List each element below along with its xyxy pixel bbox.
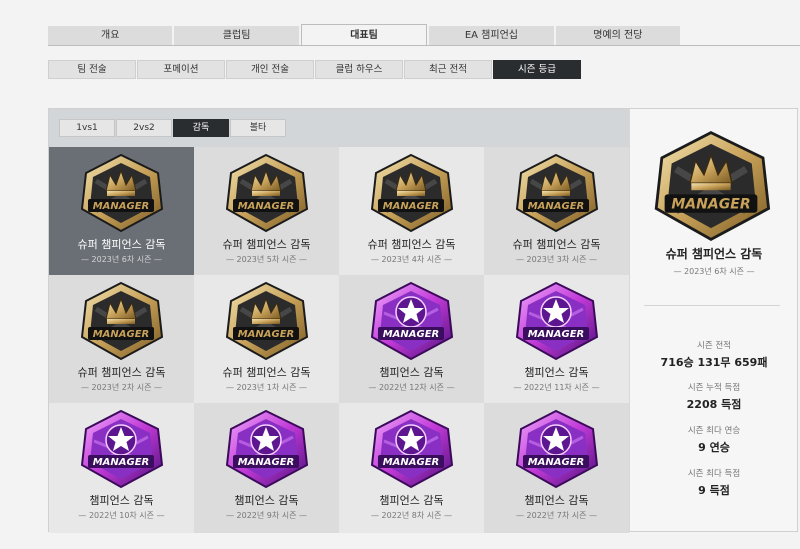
- svg-text:MANAGER: MANAGER: [528, 201, 585, 212]
- badge-name: 챔피언스 감독: [234, 494, 299, 507]
- badge-name: 슈퍼 챔피언스 감독: [222, 238, 311, 251]
- manager-badge-icon: MANAGER: [221, 151, 311, 235]
- badge-season: — 2022년 7차 시즌 —: [515, 511, 598, 520]
- svg-text:MANAGER: MANAGER: [383, 329, 440, 340]
- svg-text:MANAGER: MANAGER: [238, 457, 295, 468]
- mode-tab-bar: 1vs1 2vs2 감독 볼타: [49, 109, 629, 147]
- manager-badge-icon: MANAGER: [221, 407, 311, 491]
- mode-tab-volta[interactable]: 볼타: [230, 119, 286, 137]
- badge-name: 챔피언스 감독: [379, 366, 444, 379]
- badge-grid: MANAGER 슈퍼 챔피언스 감독 — 2023년 6차 시즌 — MANAG…: [49, 147, 629, 533]
- manager-badge-icon: MANAGER: [221, 279, 311, 363]
- tab-hall-of-fame[interactable]: 명예의 전당: [555, 26, 681, 46]
- badge-card[interactable]: MANAGER 챔피언스 감독 — 2022년 11차 시즌 —: [484, 275, 629, 403]
- badge-name: 챔피언스 감독: [524, 494, 589, 507]
- subtab-recent-record[interactable]: 최근 전적: [404, 60, 492, 79]
- manager-badge-icon: MANAGER: [76, 151, 166, 235]
- stat-value-record: 716승 131무 659패: [660, 356, 768, 369]
- badge-season: — 2022년 12차 시즌 —: [368, 383, 455, 392]
- badge-card[interactable]: MANAGER 챔피언스 감독 — 2022년 10차 시즌 —: [49, 403, 194, 533]
- badge-name: 슈퍼 챔피언스 감독: [77, 366, 166, 379]
- mode-tab-manager[interactable]: 감독: [173, 119, 229, 137]
- badge-card[interactable]: MANAGER 슈퍼 챔피언스 감독 — 2023년 2차 시즌 —: [49, 275, 194, 403]
- badge-season: — 2022년 8차 시즌 —: [370, 511, 453, 520]
- badge-season: — 2022년 9차 시즌 —: [225, 511, 308, 520]
- subtab-club-house[interactable]: 클럽 하우스: [315, 60, 403, 79]
- badge-season: — 2023년 3차 시즌 —: [515, 255, 598, 264]
- detail-badge-name: 슈퍼 챔피언스 감독: [665, 247, 763, 261]
- subtab-team-tactics[interactable]: 팀 전술: [48, 60, 136, 79]
- badge-card[interactable]: MANAGER 슈퍼 챔피언스 감독 — 2023년 4차 시즌 —: [339, 147, 484, 275]
- tab-national-team[interactable]: 대표팀: [300, 24, 428, 46]
- stat-label-win-streak: 시즌 최다 연승: [687, 426, 741, 436]
- manager-badge-icon: MANAGER: [76, 279, 166, 363]
- stat-label-record: 시즌 전적: [697, 341, 731, 351]
- subtab-season-grade[interactable]: 시즌 등급: [493, 60, 581, 79]
- badge-name: 슈퍼 챔피언스 감독: [367, 238, 456, 251]
- svg-text:MANAGER: MANAGER: [383, 457, 440, 468]
- svg-text:MANAGER: MANAGER: [238, 329, 295, 340]
- subtab-formation[interactable]: 포메이션: [137, 60, 225, 79]
- badge-card[interactable]: MANAGER 챔피언스 감독 — 2022년 8차 시즌 —: [339, 403, 484, 533]
- season-grade-panel: 1vs1 2vs2 감독 볼타 MANAGER 슈퍼 챔피언스 감독 — 202…: [48, 108, 798, 533]
- manager-badge-icon: MANAGER: [511, 151, 601, 235]
- badge-season: — 2023년 5차 시즌 —: [225, 255, 308, 264]
- stat-value-win-streak: 9 연승: [698, 441, 730, 454]
- detail-panel: MANAGER 슈퍼 챔피언스 감독 — 2023년 6차 시즌 — 시즌 전적…: [629, 109, 797, 531]
- manager-badge-icon: MANAGER: [366, 407, 456, 491]
- manager-badge-icon: MANAGER: [511, 407, 601, 491]
- subtab-individual-tactics[interactable]: 개인 전술: [226, 60, 314, 79]
- manager-badge-icon: MANAGER: [366, 279, 456, 363]
- badge-name: 챔피언스 감독: [89, 494, 154, 507]
- manager-badge-icon: MANAGER: [511, 279, 601, 363]
- badge-season: — 2022년 10차 시즌 —: [78, 511, 165, 520]
- svg-text:MANAGER: MANAGER: [528, 329, 585, 340]
- badge-season: — 2023년 6차 시즌 —: [80, 255, 163, 264]
- divider: [644, 305, 780, 306]
- detail-badge-season: — 2023년 6차 시즌 —: [673, 267, 755, 276]
- stat-label-max-goals: 시즌 최다 득점: [687, 469, 741, 479]
- stat-value-max-goals: 9 득점: [698, 484, 730, 497]
- badge-card[interactable]: MANAGER 슈퍼 챔피언스 감독 — 2023년 6차 시즌 —: [49, 147, 194, 275]
- main-tab-bar: 개요 클럽팀 대표팀 EA 챔피언십 명예의 전당: [48, 24, 682, 46]
- badge-season: — 2022년 11차 시즌 —: [513, 383, 600, 392]
- stat-value-total-goals: 2208 득점: [686, 398, 742, 411]
- badge-season: — 2023년 1차 시즌 —: [225, 383, 308, 392]
- mode-tab-2vs2[interactable]: 2vs2: [116, 119, 172, 137]
- tab-club-team[interactable]: 클럽팀: [174, 26, 299, 46]
- badge-name: 슈퍼 챔피언스 감독: [222, 366, 311, 379]
- sub-tab-bar: 팀 전술 포메이션 개인 전술 클럽 하우스 최근 전적 시즌 등급: [48, 60, 582, 79]
- badge-card[interactable]: MANAGER 슈퍼 챔피언스 감독 — 2023년 1차 시즌 —: [194, 275, 339, 403]
- svg-text:MANAGER: MANAGER: [93, 329, 150, 340]
- badge-name: 챔피언스 감독: [379, 494, 444, 507]
- tab-ea-championship[interactable]: EA 챔피언십: [429, 26, 554, 46]
- badge-card[interactable]: MANAGER 슈퍼 챔피언스 감독 — 2023년 5차 시즌 —: [194, 147, 339, 275]
- badge-card[interactable]: MANAGER 챔피언스 감독 — 2022년 9차 시즌 —: [194, 403, 339, 533]
- badge-card[interactable]: MANAGER 슈퍼 챔피언스 감독 — 2023년 3차 시즌 —: [484, 147, 629, 275]
- svg-text:MANAGER: MANAGER: [238, 201, 295, 212]
- tab-underline: [48, 45, 800, 46]
- svg-text:MANAGER: MANAGER: [383, 201, 440, 212]
- badge-card[interactable]: MANAGER 챔피언스 감독 — 2022년 7차 시즌 —: [484, 403, 629, 533]
- mode-tab-1vs1[interactable]: 1vs1: [59, 119, 115, 137]
- manager-badge-large-icon: MANAGER: [645, 127, 777, 245]
- badge-card[interactable]: MANAGER 챔피언스 감독 — 2022년 12차 시즌 —: [339, 275, 484, 403]
- badge-season: — 2023년 2차 시즌 —: [80, 383, 163, 392]
- manager-badge-icon: MANAGER: [366, 151, 456, 235]
- svg-text:MANAGER: MANAGER: [671, 196, 750, 212]
- badge-name: 슈퍼 챔피언스 감독: [77, 238, 166, 251]
- stat-label-total-goals: 시즌 누적 득점: [687, 383, 741, 393]
- tab-overview[interactable]: 개요: [48, 26, 173, 46]
- badge-name: 슈퍼 챔피언스 감독: [512, 238, 601, 251]
- svg-text:MANAGER: MANAGER: [93, 201, 150, 212]
- svg-text:MANAGER: MANAGER: [93, 457, 150, 468]
- badge-name: 챔피언스 감독: [524, 366, 589, 379]
- svg-text:MANAGER: MANAGER: [528, 457, 585, 468]
- badge-season: — 2023년 4차 시즌 —: [370, 255, 453, 264]
- manager-badge-icon: MANAGER: [76, 407, 166, 491]
